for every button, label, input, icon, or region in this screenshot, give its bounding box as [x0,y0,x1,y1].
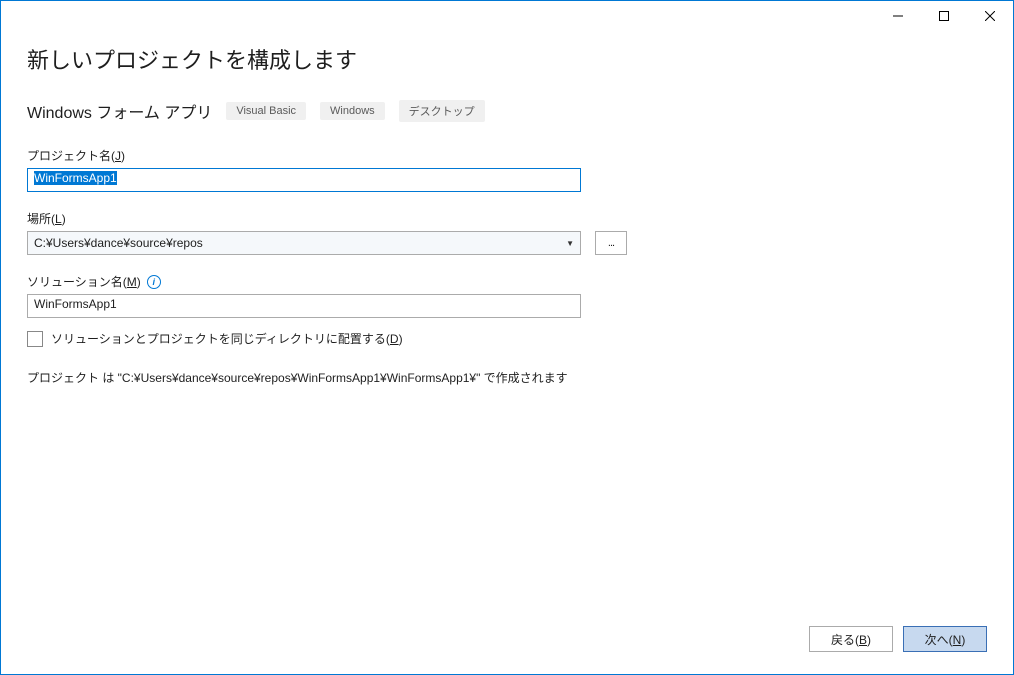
same-directory-checkbox[interactable] [27,331,43,347]
tag-projecttype: デスクトップ [399,100,485,122]
location-label: 場所(L) [27,210,987,227]
maximize-button[interactable] [921,1,967,31]
location-combobox[interactable]: C:¥Users¥dance¥source¥repos ▼ [27,231,581,255]
back-button[interactable]: 戻る(B) [809,626,893,652]
close-icon [985,11,995,21]
minimize-button[interactable] [875,1,921,31]
next-button[interactable]: 次へ(N) [903,626,987,652]
solution-name-label: ソリューション名(M) i [27,273,987,290]
project-name-input[interactable]: WinFormsApp1 [27,168,581,192]
tag-platform: Windows [320,102,385,120]
dialog-footer: 戻る(B) 次へ(N) [809,626,987,652]
tag-language: Visual Basic [226,102,306,120]
same-directory-label: ソリューションとプロジェクトを同じディレクトリに配置する(D) [51,330,403,347]
window-titlebar [1,1,1013,31]
browse-button[interactable]: ... [595,231,627,255]
chevron-down-icon: ▼ [566,239,574,248]
template-name: Windows フォーム アプリ [27,99,212,123]
info-icon[interactable]: i [147,275,161,289]
solution-name-input[interactable]: WinFormsApp1 [27,294,581,318]
template-row: Windows フォーム アプリ Visual Basic Windows デス… [27,99,987,123]
same-directory-row[interactable]: ソリューションとプロジェクトを同じディレクトリに配置する(D) [27,330,987,347]
close-button[interactable] [967,1,1013,31]
page-title: 新しいプロジェクトを構成します [27,43,987,75]
location-value: C:¥Users¥dance¥source¥repos [34,236,203,250]
maximize-icon [939,11,949,21]
project-name-label: プロジェクト名(J) [27,147,987,164]
dialog-content: 新しいプロジェクトを構成します Windows フォーム アプリ Visual … [1,43,1013,386]
minimize-icon [893,11,903,21]
path-preview: プロジェクト は "C:¥Users¥dance¥source¥repos¥Wi… [27,369,987,386]
